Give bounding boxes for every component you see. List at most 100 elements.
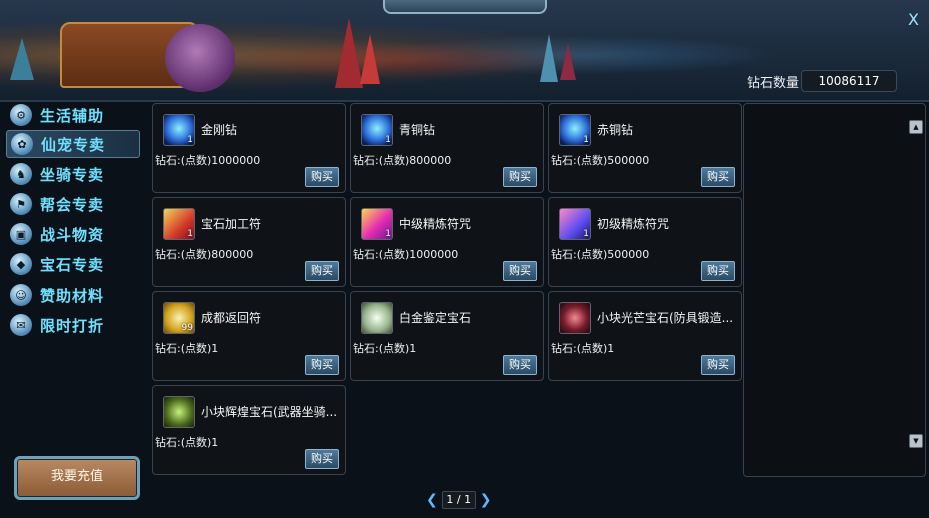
title-plate (383, 0, 547, 14)
shop-banner: X 钻石数量 10086117 (0, 0, 929, 102)
talisman-icon: 1 (559, 208, 591, 240)
close-icon[interactable]: X (908, 10, 919, 29)
shop-item-card: 白金鉴定宝石 钻石:(点数)1 购买 (350, 291, 544, 381)
item-count: 1 (187, 135, 193, 145)
sidebar-item-label: 生活辅助 (40, 106, 105, 125)
diamond-icon: 1 (163, 114, 195, 146)
sidebar-item-label: 仙宠专卖 (41, 135, 106, 154)
paw-icon: ✿ (11, 133, 33, 155)
item-count: 99 (181, 323, 193, 333)
page-indicator: 1 / 1 (441, 491, 476, 509)
next-page-icon[interactable]: ❯ (480, 492, 492, 508)
shop-item-card: 1 宝石加工符 钻石:(点数)800000 购买 (152, 197, 346, 287)
item-count: 1 (583, 229, 589, 239)
gem-icon (559, 302, 591, 334)
sidebar-item-label: 限时打折 (40, 316, 105, 335)
crystal-decoration (360, 34, 380, 84)
item-name: 青铜钻 (399, 123, 436, 137)
pagination: ❮ 1 / 1 ❯ (426, 490, 491, 510)
recharge-button[interactable]: 我要充值 (14, 456, 140, 500)
item-name: 金刚钻 (201, 123, 238, 137)
category-sidebar: ⚙ 生活辅助 ✿ 仙宠专卖 ♞ 坐骑专卖 ⚑ 帮会专卖 ▣ 战斗物资 ◆ 宝石专… (0, 100, 150, 518)
shop-item-card: 1 初级精炼符咒 钻石:(点数)500000 购买 (548, 197, 742, 287)
shop-item-card: 99 成都返回符 钻石:(点数)1 购买 (152, 291, 346, 381)
gem-icon (163, 396, 195, 428)
diamond-icon: 1 (559, 114, 591, 146)
item-price: 钻石:(点数)800000 (155, 248, 254, 261)
item-count: 1 (385, 229, 391, 239)
buy-button[interactable]: 购买 (305, 449, 339, 469)
item-name: 宝石加工符 (201, 217, 262, 231)
box-icon: ▣ (10, 223, 32, 245)
sidebar-item-sale[interactable]: ✉ 限时打折 (6, 312, 138, 338)
buy-button[interactable]: 购买 (701, 167, 735, 187)
buy-button[interactable]: 购买 (305, 355, 339, 375)
item-name: 小块光芒宝石(防具锻造... (597, 311, 734, 325)
sidebar-item-guild[interactable]: ⚑ 帮会专卖 (6, 191, 138, 217)
prev-page-icon[interactable]: ❮ (426, 492, 438, 508)
item-price: 钻石:(点数)1000000 (155, 154, 261, 167)
treasure-bag-image (165, 24, 235, 92)
sidebar-item-sponsor[interactable]: ☺ 赞助材料 (6, 282, 138, 308)
item-price: 钻石:(点数)500000 (551, 248, 650, 261)
horse-icon: ♞ (10, 163, 32, 185)
item-name: 成都返回符 (201, 311, 262, 325)
sidebar-item-label: 坐骑专卖 (40, 165, 105, 184)
buy-button[interactable]: 购买 (503, 167, 537, 187)
item-name: 小块辉煌宝石(武器坐骑... (201, 405, 338, 419)
sidebar-item-gems[interactable]: ◆ 宝石专卖 (6, 251, 138, 277)
item-price: 钻石:(点数)1000000 (353, 248, 459, 261)
gear-icon: ⚙ (10, 104, 32, 126)
sidebar-item-label: 帮会专卖 (40, 195, 105, 214)
item-price: 钻石:(点数)1 (155, 342, 219, 355)
item-price: 钻石:(点数)800000 (353, 154, 452, 167)
item-price: 钻石:(点数)1 (155, 436, 219, 449)
crystal-decoration (10, 38, 34, 80)
sidebar-item-label: 战斗物资 (40, 225, 105, 244)
gem-icon: ◆ (10, 253, 32, 275)
sidebar-item-label: 宝石专卖 (40, 255, 105, 274)
crystal-decoration (540, 34, 558, 82)
sidebar-item-mount[interactable]: ♞ 坐骑专卖 (6, 161, 138, 187)
item-count: 1 (385, 135, 391, 145)
preview-panel: ▲ ▼ (743, 103, 926, 477)
scroll-up-icon[interactable]: ▲ (909, 120, 923, 134)
item-price: 钻石:(点数)1 (551, 342, 615, 355)
shop-item-card: 1 金刚钻 钻石:(点数)1000000 购买 (152, 103, 346, 193)
shop-item-card: 小块光芒宝石(防具锻造... 钻石:(点数)1 购买 (548, 291, 742, 381)
sidebar-item-life[interactable]: ⚙ 生活辅助 (6, 102, 138, 128)
sidebar-item-label: 赞助材料 (40, 286, 105, 305)
shop-item-card: 小块辉煌宝石(武器坐骑... 钻石:(点数)1 购买 (152, 385, 346, 475)
item-price: 钻石:(点数)1 (353, 342, 417, 355)
item-count: 1 (583, 135, 589, 145)
item-name: 白金鉴定宝石 (399, 311, 472, 325)
talisman-icon: 1 (361, 208, 393, 240)
diamond-icon: 1 (361, 114, 393, 146)
item-name: 初级精炼符咒 (597, 217, 670, 231)
shop-item-card: 1 赤铜钻 钻石:(点数)500000 购买 (548, 103, 742, 193)
buy-button[interactable]: 购买 (305, 261, 339, 281)
sidebar-item-pet[interactable]: ✿ 仙宠专卖 (6, 130, 140, 158)
buy-button[interactable]: 购买 (305, 167, 339, 187)
item-name: 中级精炼符咒 (399, 217, 472, 231)
buy-button[interactable]: 购买 (701, 261, 735, 281)
flag-icon: ⚑ (10, 193, 32, 215)
sidebar-item-battle[interactable]: ▣ 战斗物资 (6, 221, 138, 247)
shop-item-card: 1 中级精炼符咒 钻石:(点数)1000000 购买 (350, 197, 544, 287)
return-talisman-icon: 99 (163, 302, 195, 334)
item-count: 1 (187, 229, 193, 239)
talisman-icon: 1 (163, 208, 195, 240)
item-name: 赤铜钻 (597, 123, 634, 137)
shop-item-card: 1 青铜钻 钻石:(点数)800000 购买 (350, 103, 544, 193)
scroll-down-icon[interactable]: ▼ (909, 434, 923, 448)
diamond-count-value: 10086117 (801, 70, 897, 92)
item-price: 钻石:(点数)500000 (551, 154, 650, 167)
buy-button[interactable]: 购买 (701, 355, 735, 375)
diamond-count-label: 钻石数量 (747, 76, 800, 91)
crystal-decoration (335, 18, 363, 88)
buy-button[interactable]: 购买 (503, 355, 537, 375)
person-icon: ☺ (10, 284, 32, 306)
megaphone-icon: ✉ (10, 314, 32, 336)
gem-icon (361, 302, 393, 334)
buy-button[interactable]: 购买 (503, 261, 537, 281)
